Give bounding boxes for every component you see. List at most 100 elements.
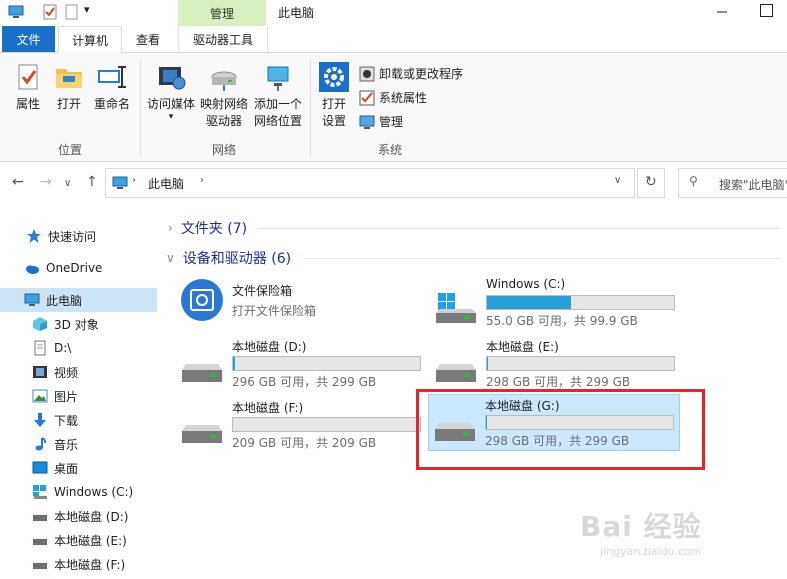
ribbon-tabs: 文件 计算机 查看 驱动器工具 [0, 26, 787, 53]
drive-icon [436, 364, 476, 382]
tab-computer[interactable]: 计算机 [58, 26, 122, 53]
sidebar-item-pictures[interactable]: 图片 [0, 384, 157, 408]
map-drive-button[interactable]: 映射网络 驱动器 [198, 61, 250, 130]
back-icon[interactable]: ← [12, 174, 24, 190]
file-vault-item[interactable]: 文件保险箱 打开文件保险箱 [176, 276, 428, 334]
customize-qa-icon[interactable]: ▾ [84, 3, 90, 16]
map-drive-label-1: 映射网络 [199, 97, 248, 111]
desktop-icon [32, 461, 48, 474]
folders-section-header[interactable]: › 文件夹 (7) [168, 218, 247, 238]
group-separator [140, 59, 141, 157]
search-placeholder: 搜索"此电脑" [719, 178, 787, 192]
devices-section-header[interactable]: ∨ 设备和驱动器 (6) [166, 248, 291, 268]
sidebar-item-drive-e[interactable]: 本地磁盘 (E:) [0, 528, 157, 552]
system-properties-button[interactable]: 系统属性 [359, 89, 427, 106]
add-location-label-2: 网络位置 [253, 114, 302, 128]
sidebar-label: 图片 [54, 389, 79, 404]
drive-icon [182, 364, 222, 382]
properties-label: 属性 [15, 97, 40, 111]
drive-usage-bar [232, 417, 421, 432]
new-folder-icon[interactable] [64, 4, 80, 20]
search-icon: ⚲ [689, 174, 698, 188]
recent-dropdown-icon[interactable]: ∨ [64, 178, 71, 189]
properties-button[interactable]: 属性 [10, 61, 46, 113]
properties-check-icon[interactable] [42, 4, 58, 20]
group-location-label: 位置 [58, 143, 83, 157]
breadcrumb-chevron-icon[interactable]: › [132, 175, 136, 186]
sidebar-item-onedrive[interactable]: OneDrive [0, 256, 157, 280]
sidebar-item-d-folder[interactable]: D:\ [0, 336, 157, 360]
drive-icon [33, 563, 47, 569]
network-drive-icon [211, 71, 237, 91]
sidebar-label: Windows (C:) [54, 485, 134, 499]
add-network-location-icon [267, 66, 289, 91]
sidebar-label: 音乐 [54, 437, 79, 452]
tab-file[interactable]: 文件 [2, 26, 55, 52]
open-settings-button[interactable]: 打开 设置 [316, 61, 352, 130]
drive-tile-d[interactable]: 本地磁盘 (D:) 296 GB 可用，共 299 GB [176, 336, 428, 394]
manage-button[interactable]: 管理 [359, 113, 403, 130]
refresh-button[interactable]: ↻ [637, 168, 665, 198]
up-icon[interactable]: ↑ [86, 174, 98, 190]
drive-name: 本地磁盘 (F:) [232, 401, 304, 415]
sidebar-item-this-pc[interactable]: 此电脑 [0, 288, 157, 312]
computer-icon[interactable] [8, 4, 24, 20]
sidebar-item-3d-objects[interactable]: 3D 对象 [0, 312, 157, 336]
watermark-brand: Bai 经验 [580, 510, 702, 543]
maximize-icon[interactable] [760, 4, 773, 17]
sidebar-label: 3D 对象 [54, 317, 99, 332]
sidebar-item-downloads[interactable]: 下载 [0, 408, 157, 432]
drive-icon [182, 425, 222, 443]
sidebar-label: OneDrive [46, 261, 103, 275]
drive-name: 本地磁盘 (D:) [232, 340, 307, 354]
forward-icon[interactable]: → [40, 174, 52, 190]
divider [258, 228, 780, 229]
rename-icon [98, 66, 126, 88]
add-network-location-button[interactable]: 添加一个 网络位置 [252, 61, 304, 130]
rename-button[interactable]: 重命名 [90, 61, 134, 113]
sidebar-label: D:\ [54, 341, 72, 355]
dropdown-arrow-icon: ▾ [168, 112, 174, 122]
open-settings-label-1: 打开 [321, 97, 346, 111]
sidebar-item-videos[interactable]: 视频 [0, 360, 157, 384]
breadcrumb-chevron-icon[interactable]: › [200, 175, 204, 186]
sidebar-item-music[interactable]: 音乐 [0, 432, 157, 456]
search-input[interactable]: ⚲ 搜索"此电脑" [678, 168, 787, 198]
drive-tile-e[interactable]: 本地磁盘 (E:) 298 GB 可用，共 299 GB [430, 336, 682, 394]
drive-usage-fill [487, 357, 488, 370]
tab-drive-tools[interactable]: 驱动器工具 [178, 26, 268, 52]
sidebar-label: 视频 [54, 365, 79, 380]
film-icon [33, 366, 47, 378]
drive-tile-c[interactable]: Windows (C:) 55.0 GB 可用，共 99.9 GB [430, 275, 682, 333]
open-button[interactable]: 打开 [51, 61, 87, 113]
breadcrumb[interactable]: 此电脑 [148, 175, 184, 192]
uninstall-label: 卸载或更改程序 [379, 67, 464, 81]
tab-view[interactable]: 查看 [122, 26, 174, 52]
group-system-label: 系统 [378, 143, 403, 157]
star-icon [27, 229, 41, 243]
drive-tile-f[interactable]: 本地磁盘 (F:) 209 GB 可用，共 209 GB [176, 397, 428, 455]
address-dropdown-icon[interactable]: ∨ [614, 175, 621, 186]
access-media-button[interactable]: 访问媒体 ▾ [146, 61, 196, 122]
chevron-right-icon: › [168, 221, 173, 235]
sidebar-label: 下载 [54, 413, 79, 428]
uninstall-program-button[interactable]: 卸载或更改程序 [359, 65, 463, 82]
sidebar-item-drive-f[interactable]: 本地磁盘 (F:) [0, 552, 157, 576]
sidebar-item-drive-d[interactable]: 本地磁盘 (D:) [0, 504, 157, 528]
vault-description: 打开文件保险箱 [232, 304, 317, 318]
drive-free-space: 296 GB 可用，共 299 GB [232, 375, 377, 389]
music-icon [35, 437, 47, 451]
sidebar-item-quick-access[interactable]: 快速访问 [0, 224, 157, 248]
drive-free-space: 55.0 GB 可用，共 99.9 GB [486, 314, 638, 328]
minimize-icon[interactable] [713, 2, 731, 20]
computer-icon [112, 176, 128, 189]
drive-usage-fill [487, 296, 571, 309]
sidebar-label: 桌面 [54, 461, 79, 476]
sidebar-item-windows-c[interactable]: Windows (C:) [0, 480, 157, 504]
open-label: 打开 [56, 97, 81, 111]
sidebar-item-desktop[interactable]: 桌面 [0, 456, 157, 480]
address-bar[interactable]: › 此电脑 › ∨ [105, 168, 635, 198]
divider [304, 258, 780, 259]
windows-drive-icon [33, 485, 47, 499]
drive-usage-bar [232, 356, 421, 371]
